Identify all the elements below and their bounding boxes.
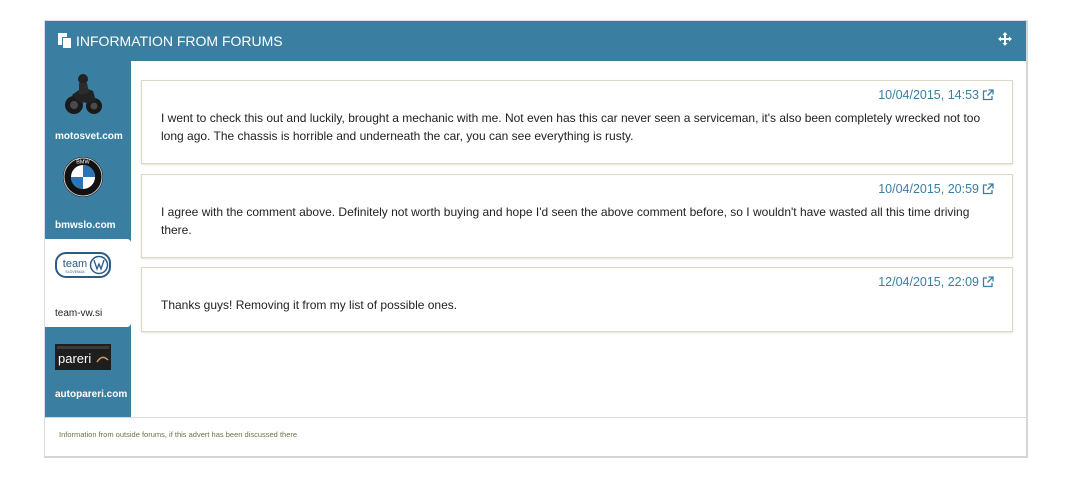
- forum-comment: 10/04/2015, 14:53 I went to check this o…: [141, 80, 1013, 164]
- forum-sidebar: motosvet.com BMW bmwslo.com team SLOVENI…: [45, 61, 131, 417]
- sidebar-item-label: motosvet.com: [55, 131, 123, 142]
- bmw-logo: BMW: [55, 157, 111, 197]
- comment-date: 10/04/2015, 20:59: [878, 182, 979, 196]
- document-copy-icon: [58, 33, 72, 49]
- sidebar-item-autopareri[interactable]: pareri autopareri.com: [45, 331, 131, 419]
- sidebar-item-label: autopareri.com: [55, 389, 128, 400]
- bmw-logo-text: BMW: [76, 160, 90, 166]
- footer-note: Information from outside forums, if this…: [59, 430, 298, 439]
- forum-comment: 10/04/2015, 20:59 I agree with the comme…: [141, 174, 1013, 258]
- panel-footer: Information from outside forums, if this…: [45, 417, 1026, 457]
- panel-header: INFORMATION FROM FORUMS: [45, 21, 1026, 61]
- comment-date-link[interactable]: 10/04/2015, 20:59: [878, 182, 994, 196]
- comment-date: 10/04/2015, 14:53: [878, 88, 979, 102]
- comment-date-link[interactable]: 10/04/2015, 14:53: [878, 88, 994, 102]
- pareri-logo: pareri: [55, 337, 111, 377]
- team-logo-subtext: SLOVENIJA: [65, 270, 85, 274]
- comment-text: Thanks guys! Removing it from my list of…: [161, 298, 458, 312]
- panel-title: INFORMATION FROM FORUMS: [76, 33, 283, 49]
- sidebar-item-team-vw[interactable]: team SLOVENIJA team-vw.si: [45, 239, 131, 327]
- comment-date: 12/04/2015, 22:09: [878, 275, 979, 289]
- sidebar-item-label: team-vw.si: [55, 308, 103, 319]
- pareri-logo-text: pareri: [58, 351, 91, 366]
- comment-date-link[interactable]: 12/04/2015, 22:09: [878, 275, 994, 289]
- forums-panel: INFORMATION FROM FORUMS motosvet.com BMW…: [44, 20, 1028, 458]
- move-arrows-icon[interactable]: [998, 32, 1012, 46]
- comment-text: I went to check this out and luckily, br…: [161, 111, 981, 143]
- sidebar-item-bmwslo[interactable]: BMW bmwslo.com: [45, 151, 131, 239]
- sidebar-item-motosvet[interactable]: motosvet.com: [45, 61, 131, 149]
- external-link-icon: [982, 89, 994, 101]
- team-logo-text: team: [63, 258, 87, 270]
- comment-text: I agree with the comment above. Definite…: [161, 205, 970, 237]
- forum-comment: 12/04/2015, 22:09 Thanks guys! Removing …: [141, 267, 1013, 332]
- team-vw-logo: team SLOVENIJA: [55, 245, 111, 285]
- external-link-icon: [982, 183, 994, 195]
- motorcycle-logo: [55, 74, 111, 115]
- external-link-icon: [982, 276, 994, 288]
- sidebar-item-label: bmwslo.com: [55, 220, 116, 231]
